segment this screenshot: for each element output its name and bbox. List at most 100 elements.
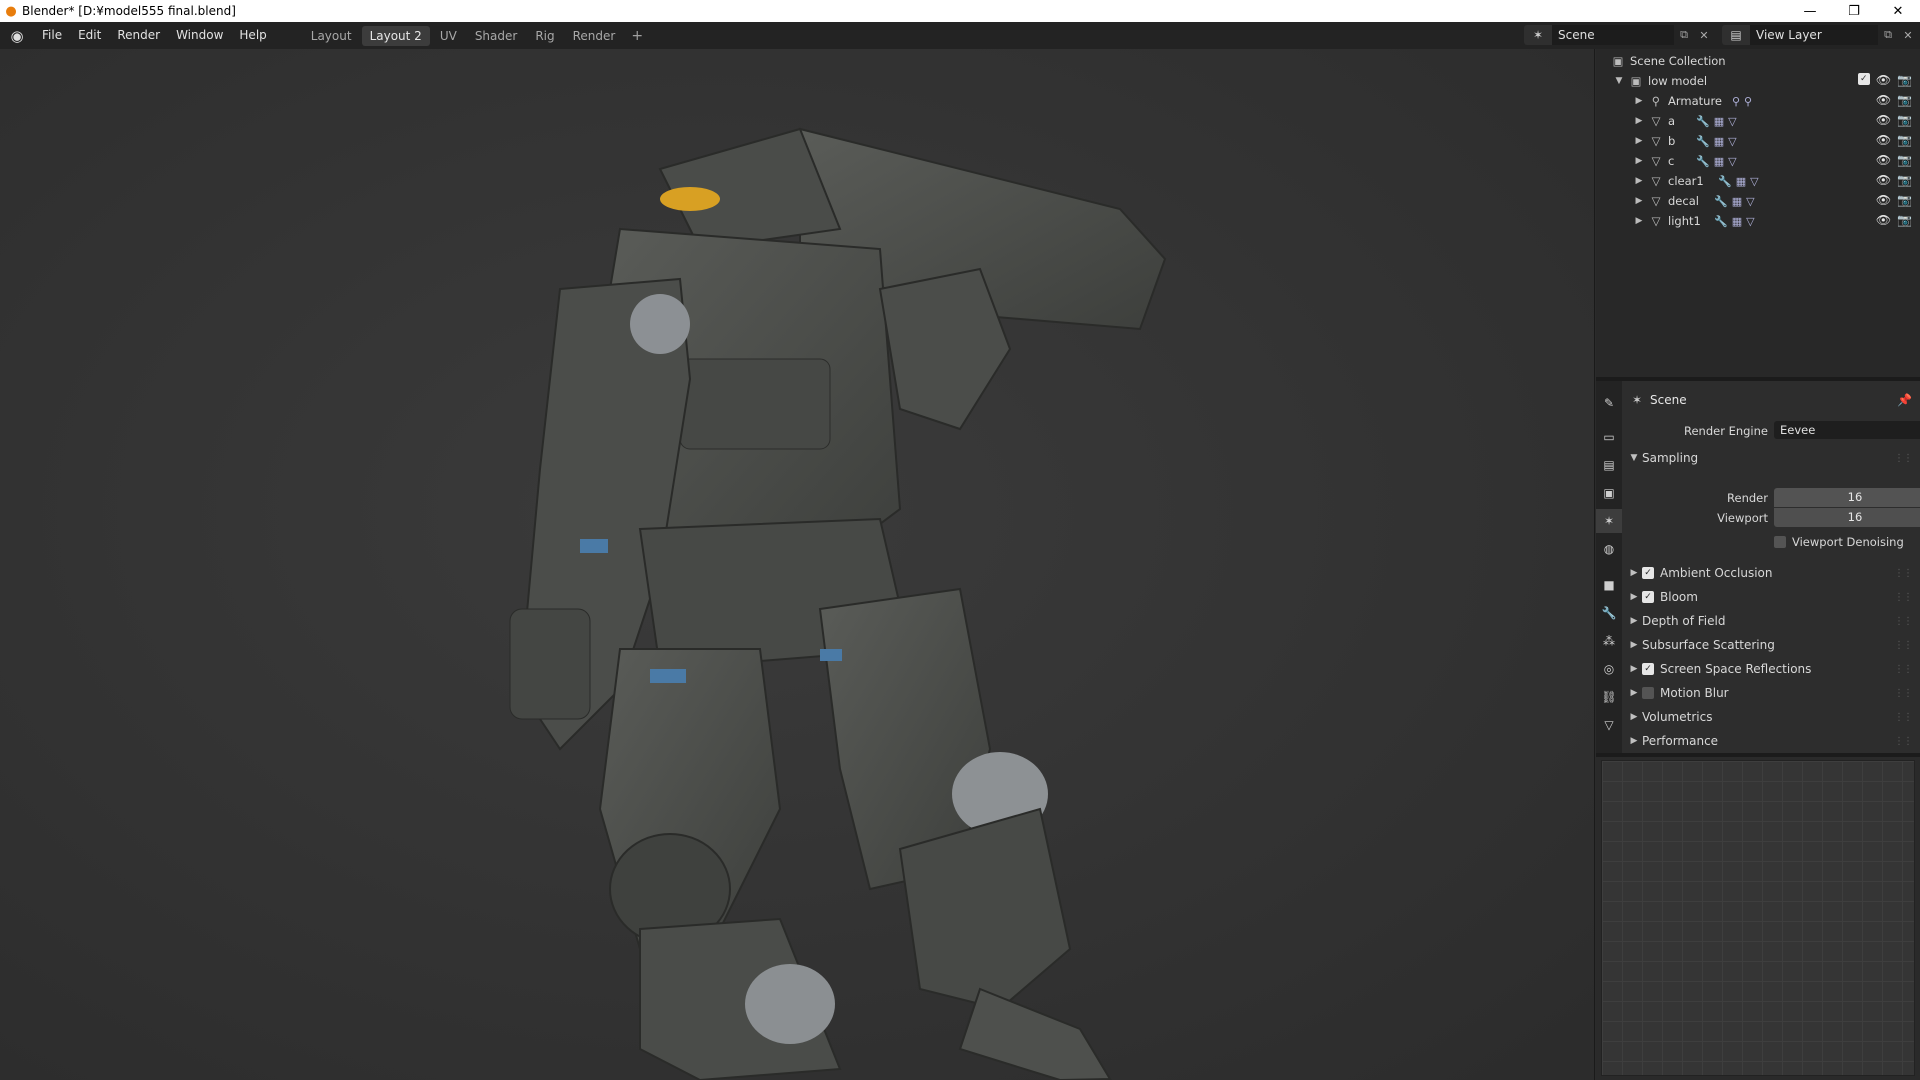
tab-shader[interactable]: Shader (467, 26, 526, 46)
checkbox[interactable]: ✓ (1642, 663, 1654, 675)
uv-image-editor[interactable] (1596, 757, 1920, 1080)
panel-ambient-occlusion-header[interactable]: ▶ ✓ Ambient Occlusion ⋮⋮ (1624, 562, 1920, 584)
restore-icon[interactable]: ❐ (1832, 0, 1876, 22)
tool-settings-icon[interactable]: ✎ (1596, 391, 1622, 415)
expand-arrow-icon[interactable]: ▶ (1634, 216, 1644, 226)
drag-handle-icon[interactable]: ⋮⋮ (1894, 640, 1913, 651)
drag-handle-icon[interactable]: ⋮⋮ (1894, 712, 1913, 723)
drag-handle-icon[interactable]: ⋮⋮ (1894, 736, 1913, 747)
outliner-item-armature[interactable]: ▶ ⚲ Armature ⚲⚲ 👁 📷 (1596, 91, 1920, 111)
tab-layout-2[interactable]: Layout 2 (361, 25, 430, 46)
outliner-scene-collection[interactable]: ▣ Scene Collection (1596, 51, 1920, 71)
tab-render[interactable]: Render (565, 26, 624, 46)
constraints-properties-icon[interactable]: ⛓ (1596, 685, 1622, 709)
outliner-item-decal[interactable]: ▶ ▽ decal 🔧▦▽ 👁 📷 (1596, 191, 1920, 211)
drag-handle-icon[interactable]: ⋮⋮ (1894, 688, 1913, 699)
render-samples-field[interactable]: 16 (1774, 488, 1920, 507)
close-icon[interactable]: ✕ (1876, 0, 1920, 22)
visibility-eye-icon[interactable]: 👁 (1876, 153, 1891, 167)
remove-view-layer-icon[interactable]: ✕ (1898, 25, 1918, 45)
expand-arrow-icon[interactable]: ▶ (1634, 136, 1644, 146)
render-camera-icon[interactable]: 📷 (1897, 133, 1912, 147)
expand-arrow-icon[interactable]: ▶ (1634, 196, 1644, 206)
tab-uv[interactable]: UV (432, 26, 465, 46)
modifier-properties-icon[interactable]: 🔧 (1596, 601, 1622, 625)
visibility-eye-icon[interactable]: 👁 (1876, 173, 1891, 187)
output-properties-icon[interactable]: ▤ (1596, 453, 1622, 477)
remove-scene-icon[interactable]: ✕ (1694, 25, 1714, 45)
checkbox[interactable]: ✓ (1642, 567, 1654, 579)
outliner-item-light1[interactable]: ▶ ▽ light1 🔧▦▽ 👁 📷 (1596, 211, 1920, 231)
visibility-eye-icon[interactable]: 👁 (1876, 73, 1891, 87)
pin-icon[interactable]: 📌 (1897, 393, 1912, 407)
scene-name-field[interactable]: Scene (1552, 25, 1674, 45)
tab-layout[interactable]: Layout (303, 26, 360, 46)
object-data-properties-icon[interactable]: ▽ (1596, 713, 1622, 737)
visibility-eye-icon[interactable]: 👁 (1876, 113, 1891, 127)
drag-handle-icon[interactable]: ⋮⋮ (1894, 568, 1913, 579)
view-layer-properties-icon[interactable]: ▣ (1596, 481, 1622, 505)
menu-edit[interactable]: Edit (70, 22, 109, 49)
panel-volumetrics-header[interactable]: ▶ Volumetrics ⋮⋮ (1624, 706, 1920, 728)
drag-handle-icon[interactable]: ⋮⋮ (1894, 664, 1913, 675)
outliner-item-a[interactable]: ▶ ▽ a 🔧▦▽ 👁 📷 (1596, 111, 1920, 131)
render-camera-icon[interactable]: 📷 (1897, 153, 1912, 167)
particles-properties-icon[interactable]: ⁂ (1596, 629, 1622, 653)
checkbox[interactable]: ✓ (1642, 591, 1654, 603)
menu-window[interactable]: Window (168, 22, 231, 49)
visibility-eye-icon[interactable]: 👁 (1876, 193, 1891, 207)
drag-handle-icon[interactable]: ⋮⋮ (1894, 616, 1913, 627)
menu-file[interactable]: File (34, 22, 70, 49)
panel-bloom-header[interactable]: ▶ ✓ Bloom ⋮⋮ (1624, 586, 1920, 608)
viewport-samples-field[interactable]: 16 (1774, 508, 1920, 527)
render-engine-select[interactable]: Eevee ⌄ (1774, 421, 1920, 439)
view-layer-icon[interactable]: ▤ (1722, 25, 1750, 45)
minimize-icon[interactable]: — (1788, 0, 1832, 22)
checkbox[interactable] (1774, 536, 1786, 548)
scene-icon[interactable]: ✶ (1524, 25, 1552, 45)
viewport-denoising-toggle[interactable]: Viewport Denoising (1774, 535, 1904, 549)
panel-subsurface-scattering-header[interactable]: ▶ Subsurface Scattering ⋮⋮ (1624, 634, 1920, 656)
render-camera-icon[interactable]: 📷 (1897, 93, 1912, 107)
exclude-checkbox[interactable]: ✓ (1857, 73, 1870, 85)
view-layer-selector[interactable]: ▤ View Layer ⧉ ✕ (1722, 25, 1918, 45)
outliner-item-c[interactable]: ▶ ▽ c 🔧▦▽ 👁 📷 (1596, 151, 1920, 171)
editor-grid[interactable] (1601, 760, 1915, 1076)
render-camera-icon[interactable]: 📷 (1897, 213, 1912, 227)
checkbox[interactable] (1642, 687, 1654, 699)
visibility-eye-icon[interactable]: 👁 (1876, 213, 1891, 227)
menu-help[interactable]: Help (231, 22, 274, 49)
panel-screen-space-reflections-header[interactable]: ▶ ✓ Screen Space Reflections ⋮⋮ (1624, 658, 1920, 680)
blender-menu-icon[interactable]: ◉ (0, 27, 34, 45)
outliner-item-b[interactable]: ▶ ▽ b 🔧▦▽ 👁 📷 (1596, 131, 1920, 151)
physics-properties-icon[interactable]: ◎ (1596, 657, 1622, 681)
scene-selector[interactable]: ✶ Scene ⧉ ✕ (1524, 25, 1714, 45)
panel-sampling-header[interactable]: ▼ Sampling ⋮⋮ (1624, 447, 1920, 469)
world-properties-icon[interactable]: ◍ (1596, 537, 1622, 561)
panel-motion-blur-header[interactable]: ▶ Motion Blur ⋮⋮ (1624, 682, 1920, 704)
tab-rig[interactable]: Rig (527, 26, 562, 46)
expand-arrow-icon[interactable]: ▶ (1634, 176, 1644, 186)
render-camera-icon[interactable]: 📷 (1897, 113, 1912, 127)
3d-viewport[interactable] (0, 49, 1594, 1080)
panel-performance-header[interactable]: ▶ Performance ⋮⋮ (1624, 730, 1920, 752)
visibility-eye-icon[interactable]: 👁 (1876, 93, 1891, 107)
object-properties-icon[interactable]: ■ (1596, 573, 1622, 597)
render-camera-icon[interactable]: 📷 (1897, 193, 1912, 207)
view-layer-name-field[interactable]: View Layer (1750, 25, 1878, 45)
add-workspace-button[interactable]: + (625, 28, 649, 44)
render-camera-icon[interactable]: 📷 (1897, 173, 1912, 187)
outliner-collection-low-model[interactable]: ▼ ▣ low model ✓ 👁 📷 (1596, 71, 1920, 91)
area-divider[interactable] (1594, 49, 1595, 1080)
render-camera-icon[interactable]: 📷 (1897, 73, 1912, 87)
expand-arrow-icon[interactable]: ▶ (1634, 96, 1644, 106)
menu-render[interactable]: Render (109, 22, 168, 49)
expand-arrow-icon[interactable]: ▶ (1634, 156, 1644, 166)
visibility-eye-icon[interactable]: 👁 (1876, 133, 1891, 147)
panel-depth-of-field-header[interactable]: ▶ Depth of Field ⋮⋮ (1624, 610, 1920, 632)
collapse-arrow-icon[interactable]: ▼ (1614, 76, 1624, 86)
scene-properties-icon[interactable]: ✶ (1596, 509, 1622, 533)
drag-handle-icon[interactable]: ⋮⋮ (1894, 453, 1913, 464)
outliner-item-clear1[interactable]: ▶ ▽ clear1 🔧▦▽ 👁 📷 (1596, 171, 1920, 191)
expand-arrow-icon[interactable]: ▶ (1634, 116, 1644, 126)
